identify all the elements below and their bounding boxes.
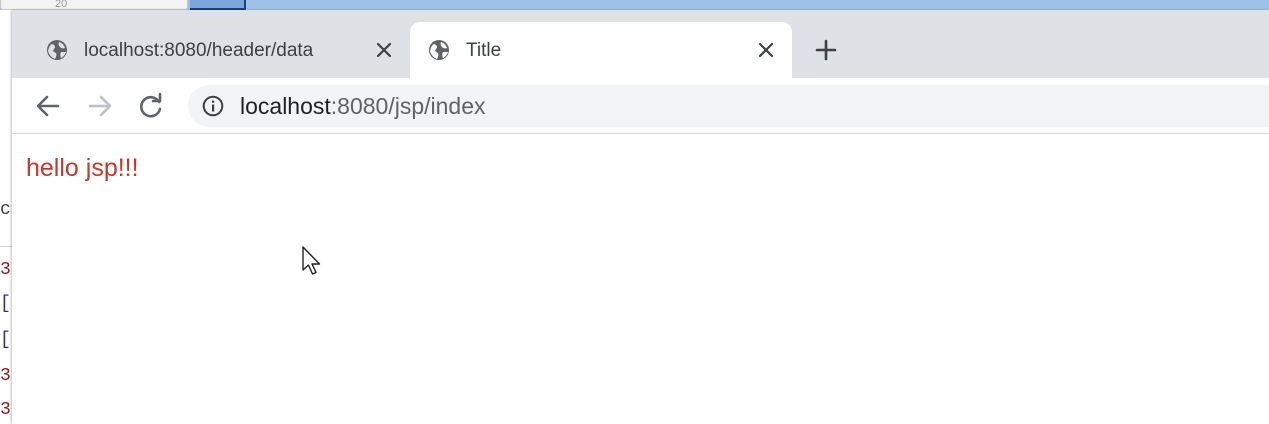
page-text: hello jsp!!! — [26, 154, 139, 182]
background-divider — [0, 246, 12, 247]
address-bar[interactable]: localhost:8080/jsp/index — [188, 85, 1269, 127]
background-field-value: 20 — [55, 0, 68, 10]
background-code-line: [ — [0, 330, 11, 350]
tab-label: localhost:8080/header/data — [84, 40, 314, 61]
address-url[interactable]: localhost:8080/jsp/index — [240, 94, 486, 118]
background-code-line: 3 — [0, 260, 11, 280]
globe-icon — [47, 40, 67, 60]
screen: 20 ca 3 [ [ 3 3 localhost:8080/header/da… — [0, 0, 1269, 424]
browser-window: localhost:8080/header/data Title localho… — [12, 10, 1269, 424]
browser-toolbar: localhost:8080/jsp/index — [12, 78, 1269, 134]
url-path: :8080/jsp/index — [330, 93, 486, 119]
tab-strip: localhost:8080/header/data Title — [12, 10, 1269, 78]
info-icon[interactable] — [202, 95, 224, 117]
reload-icon[interactable] — [137, 92, 165, 120]
page-content: hello jsp!!! — [12, 134, 1269, 424]
tab-header-data[interactable]: localhost:8080/header/data — [28, 22, 408, 78]
background-tab-edge — [190, 0, 246, 10]
tab-label: Title — [466, 40, 502, 61]
globe-icon — [429, 40, 449, 60]
close-icon[interactable] — [756, 40, 776, 60]
background-code-line: 3 — [0, 400, 11, 420]
background-input-field: 20 — [0, 0, 188, 10]
background-code-line: [ — [0, 294, 11, 314]
background-code-line: 3 — [0, 366, 11, 386]
mouse-cursor-icon — [302, 246, 321, 275]
tab-title[interactable]: Title — [410, 22, 792, 78]
close-icon[interactable] — [374, 40, 394, 60]
background-code-line: ca — [0, 200, 12, 220]
arrow-right-icon[interactable] — [86, 92, 114, 120]
arrow-left-icon[interactable] — [34, 92, 62, 120]
plus-icon[interactable] — [813, 37, 839, 63]
url-host: localhost — [240, 93, 331, 119]
